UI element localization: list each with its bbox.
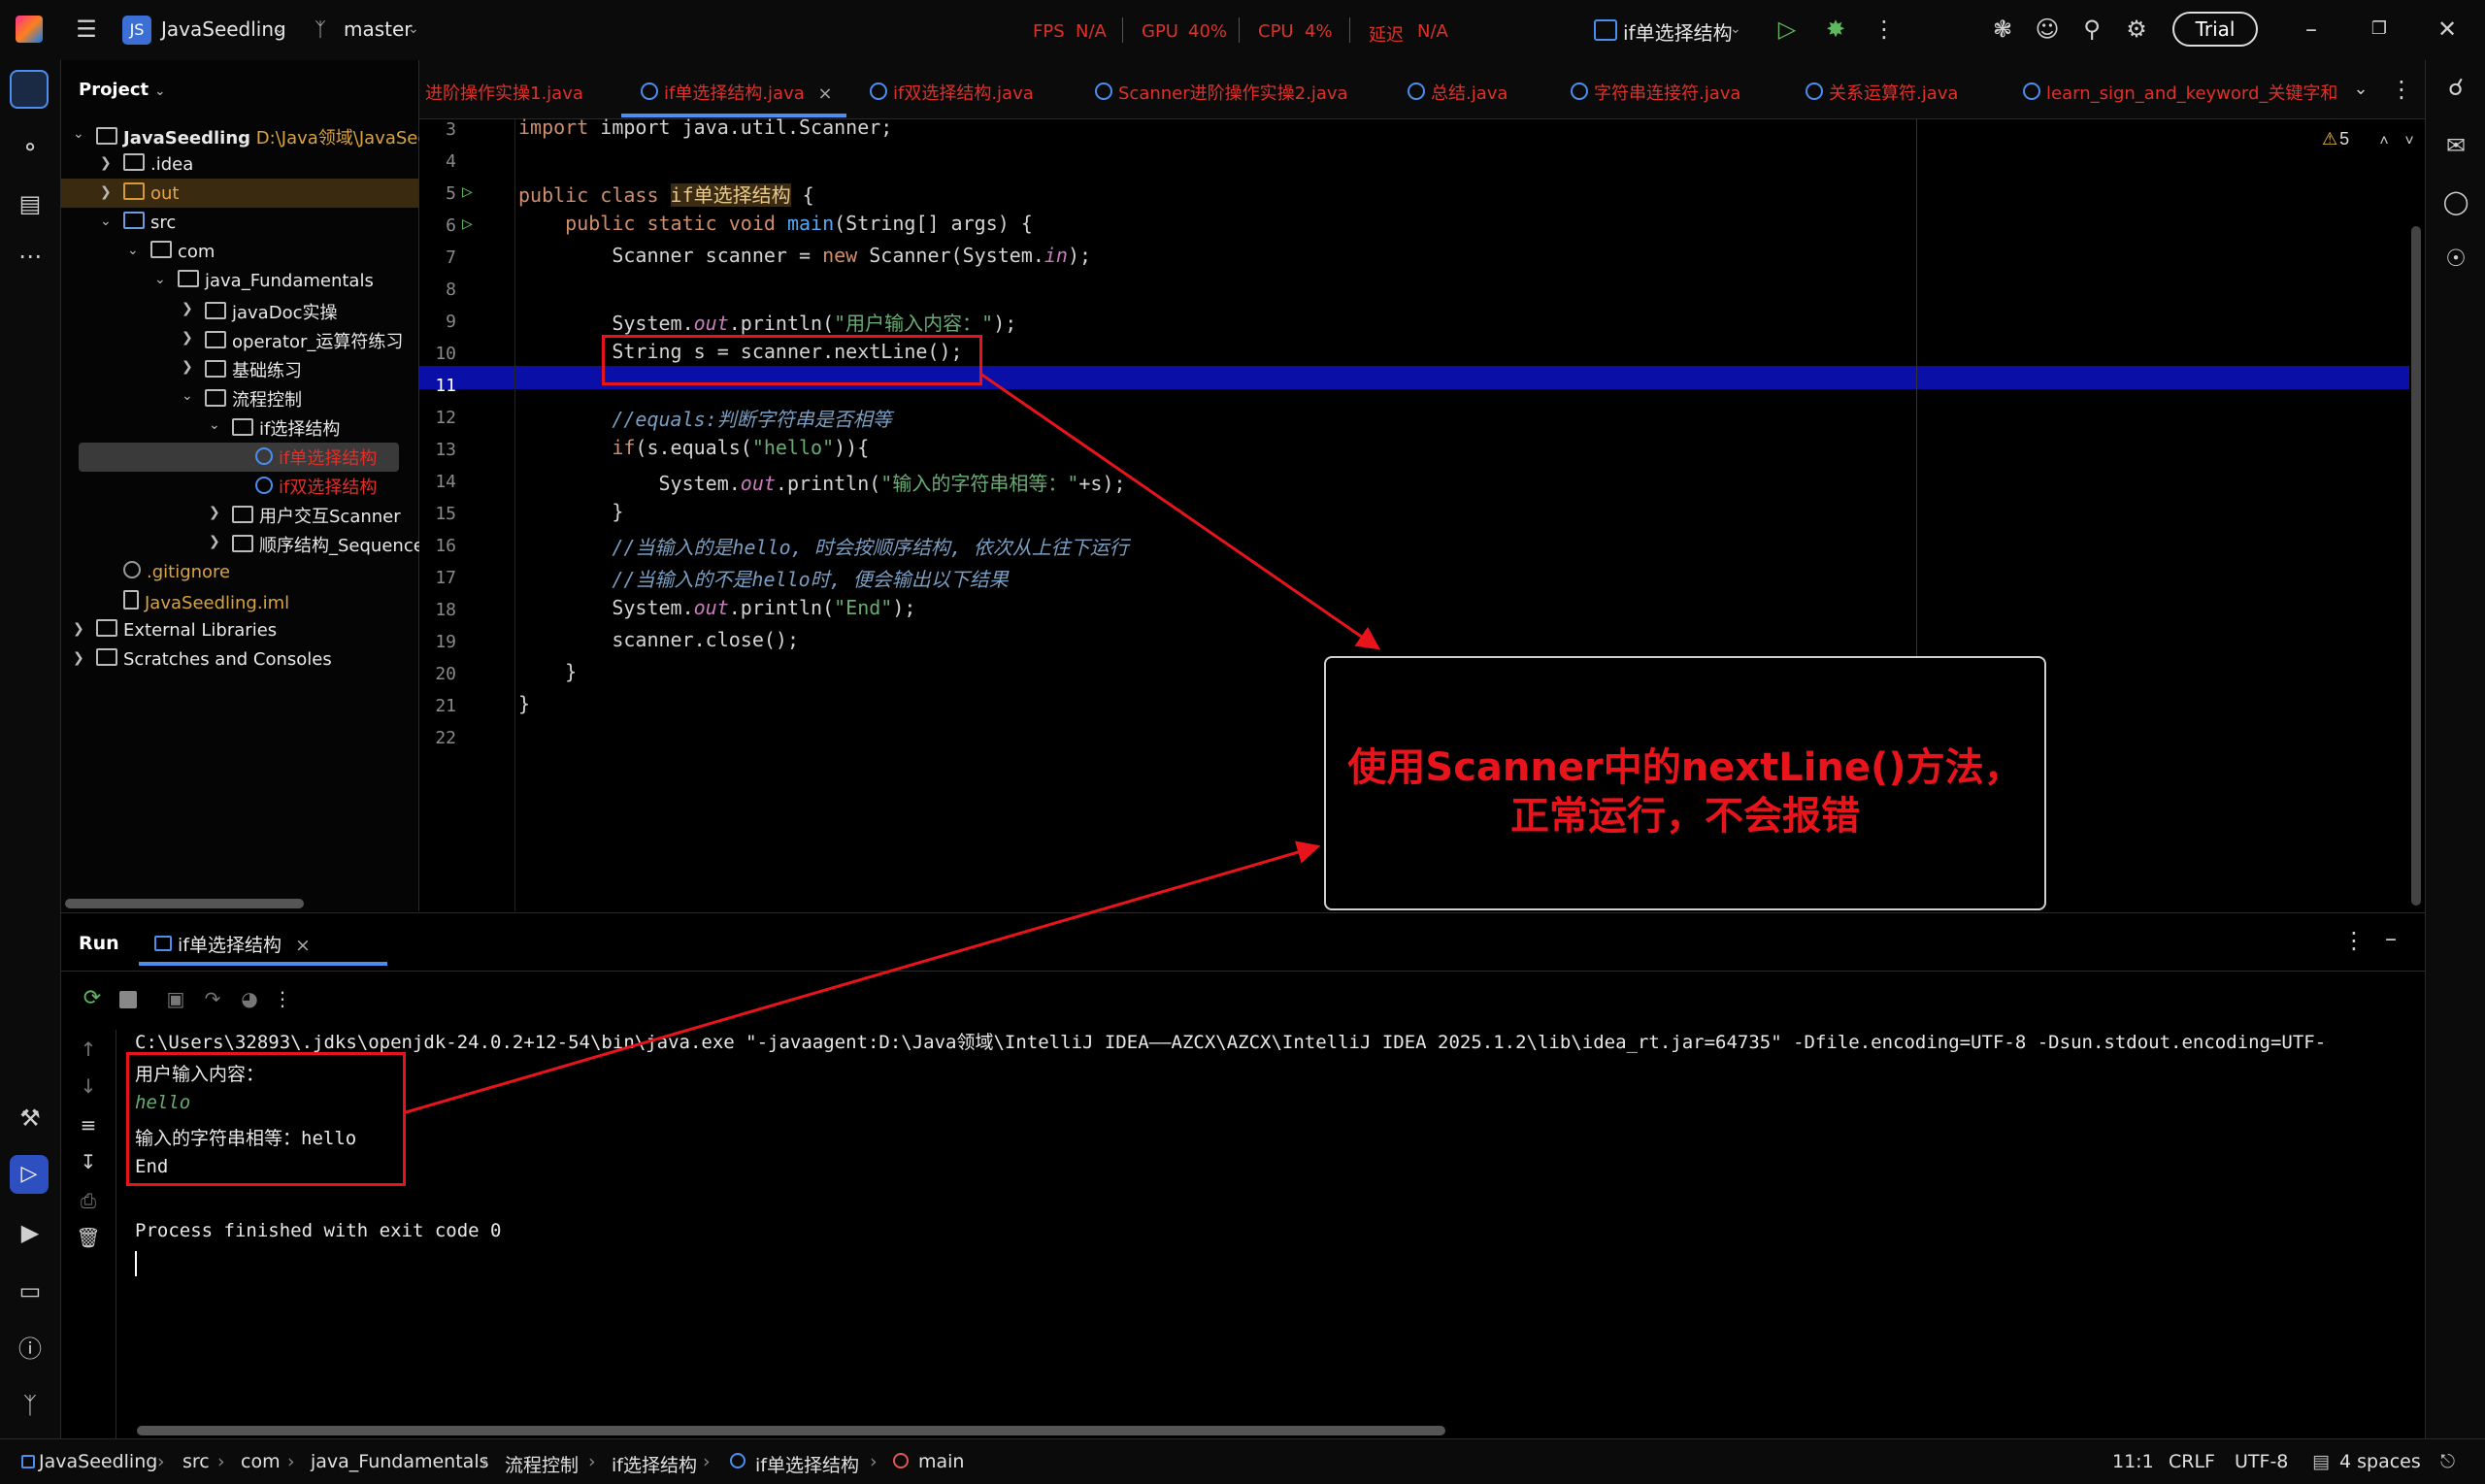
breadcrumb-project[interactable]: JavaSeedling bbox=[39, 1451, 157, 1472]
indent-icon: ▤ bbox=[2312, 1451, 2330, 1472]
breadcrumb-main[interactable]: main bbox=[918, 1451, 964, 1472]
breadcrumb-src[interactable]: src bbox=[182, 1451, 210, 1472]
line-separator[interactable]: CRLF bbox=[2169, 1451, 2215, 1472]
module-icon bbox=[21, 1455, 35, 1468]
annotation-arrows bbox=[405, 372, 1380, 1114]
caret-position[interactable]: 11:1 bbox=[2112, 1451, 2154, 1472]
status-bar: JavaSeedling › src › com › java_Fundamen… bbox=[0, 1438, 2485, 1484]
breadcrumb-separator: › bbox=[287, 1451, 295, 1472]
breadcrumb-if-single[interactable]: if单选择结构 bbox=[755, 1451, 859, 1477]
lock-icon[interactable]: ⎋ bbox=[2440, 1451, 2455, 1472]
method-icon bbox=[893, 1453, 909, 1468]
breadcrumb-java-fundamentals[interactable]: java_Fundamentals bbox=[311, 1451, 489, 1472]
indent-setting[interactable]: 4 spaces bbox=[2339, 1451, 2421, 1472]
breadcrumb-separator: › bbox=[157, 1451, 165, 1472]
arrow-code-to-callout bbox=[979, 372, 1380, 650]
arrow-console-to-callout bbox=[405, 841, 1321, 1114]
file-encoding[interactable]: UTF-8 bbox=[2235, 1451, 2288, 1472]
breadcrumb-separator: › bbox=[870, 1451, 878, 1472]
breadcrumb-if-structure[interactable]: if选择结构 bbox=[612, 1451, 697, 1477]
breadcrumb-separator: › bbox=[588, 1451, 596, 1472]
breadcrumb-separator: › bbox=[703, 1451, 711, 1472]
java-class-icon bbox=[730, 1453, 746, 1468]
breadcrumb-com[interactable]: com bbox=[241, 1451, 281, 1472]
breadcrumb-separator: › bbox=[217, 1451, 225, 1472]
breadcrumb-separator: › bbox=[481, 1451, 489, 1472]
breadcrumb-flow-control[interactable]: 流程控制 bbox=[505, 1451, 579, 1477]
